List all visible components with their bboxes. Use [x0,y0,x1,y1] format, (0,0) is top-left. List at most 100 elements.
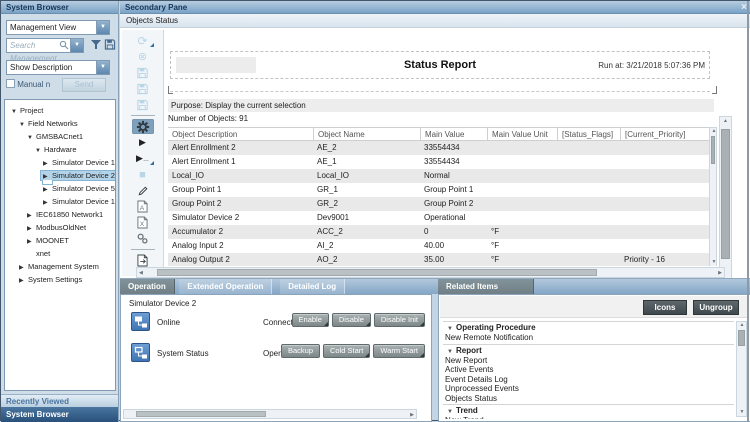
search-icon [59,40,69,55]
scroll-left-icon[interactable]: ◀ [139,271,143,276]
column-header-current-priority[interactable]: [Current_Priority] [620,128,709,140]
chevron-down-icon[interactable]: ▼ [96,61,109,74]
system-browser-bottom-bar[interactable]: System Browser [1,407,118,422]
operation-hscroll-thumb[interactable] [136,411,266,417]
related-scrollbar-thumb[interactable] [738,330,745,346]
run-icon[interactable]: ▶ [132,135,154,150]
scroll-up-icon[interactable]: ▲ [723,119,728,124]
tree-item-iec61850-network1[interactable]: ▶IEC61850 Network1 [5,208,115,221]
enable-button[interactable]: Enable [292,313,329,327]
table-row[interactable]: Analog Output 2AO_235.00°FPriority - 16 [168,253,717,266]
secondary-pane-titlebar[interactable]: Secondary Pane × [120,1,750,14]
scroll-up-icon[interactable]: ▲ [712,129,717,134]
description-mode-dropdown[interactable]: Show Description ▼ [6,60,110,75]
tree-item-hardware[interactable]: ▼Hardware [5,143,115,156]
disable-init-button[interactable]: Disable Init [374,313,425,327]
tab-detailed-log[interactable]: Detailed Log [280,279,345,295]
related-group-operating-procedure[interactable]: ▼Operating Procedure [443,323,734,333]
tree-item-simulator-device-1[interactable]: ▶Simulator Device 1 [5,156,115,169]
selection-handle-left[interactable] [168,86,173,94]
related-item-new-trend[interactable]: New Trend [443,416,734,419]
related-item-new-remote-notification[interactable]: New Remote Notification [443,333,734,343]
table-row[interactable]: Alert Enrollment 2AE_233554434 [168,141,717,155]
tree-item-simulator-device-50[interactable]: ▶Simulator Device 50 [5,182,115,195]
recently-viewed-bar[interactable]: Recently Viewed [1,394,118,407]
table-row[interactable]: Analog Input 2AI_240.00°F [168,239,717,253]
run-options-icon[interactable]: ▶… [132,151,154,166]
tree-item-xnet[interactable]: xnet [5,247,115,260]
report-header-block[interactable]: Status Report Run at: 3/21/2018 5:07:36 … [170,51,710,79]
chevron-down-icon[interactable]: ▼ [70,39,83,52]
secondary-pane: Secondary Pane × Objects Status ⟳⊗▶▶…■AX… [120,1,750,278]
operation-horizontal-scrollbar[interactable]: ▶ [123,409,417,419]
cold-start-button[interactable]: Cold Start [323,344,370,358]
tab-extended-operation[interactable]: Extended Operation [179,279,272,295]
tree-item-moonet[interactable]: ▶MOONET [5,234,115,247]
backup-button[interactable]: Backup [281,344,320,358]
scroll-down-icon[interactable]: ▼ [740,410,745,415]
chevron-down-icon[interactable]: ▼ [96,21,109,34]
tab-objects-status[interactable]: Objects Status [120,14,750,28]
export-excel-icon[interactable]: X [132,215,154,230]
system-browser-titlebar[interactable]: System Browser [1,1,118,14]
warm-start-button[interactable]: Warm Start [373,344,425,358]
settings-gear-icon[interactable] [132,119,154,134]
related-item-active-events[interactable]: Active Events [443,365,734,375]
edit-pencil-icon[interactable] [132,183,154,198]
table-row[interactable]: Accumulator 2ACC_20°F [168,225,717,239]
table-row[interactable]: Alert Enrollment 1AE_133554434 [168,155,717,169]
column-header-main-value-unit[interactable]: Main Value Unit [487,128,557,140]
tree-item-management-system[interactable]: ▶Management System [5,260,115,273]
column-header-object-name[interactable]: Object Name [313,128,420,140]
tree-item-modbusoldnet[interactable]: ▶ModbusOldNet [5,221,115,234]
table-scrollbar-thumb[interactable] [711,136,715,164]
related-group-trend[interactable]: ▼Trend [443,406,734,416]
related-item-event-details-log[interactable]: Event Details Log [443,375,734,385]
related-item-unprocessed-events[interactable]: Unprocessed Events [443,384,734,394]
table-row[interactable]: Group Point 1GR_1Group Point 1 [168,183,717,197]
tab-operation[interactable]: Operation [120,279,175,295]
tree-collapsed-icon[interactable]: ▶ [19,275,28,288]
column-header-main-value[interactable]: Main Value [420,128,487,140]
tree-item-simulator-device-2[interactable]: ▶Simulator Device 2 [5,169,115,182]
disable-button[interactable]: Disable [332,313,371,327]
table-cell: °F [487,253,557,266]
export-pdf-icon[interactable]: A [132,199,154,214]
scroll-right-icon[interactable]: ▶ [410,413,414,418]
view-selector-dropdown[interactable]: Management View ▼ [6,20,110,35]
table-scrollbar[interactable]: ▲ ▼ [709,127,717,266]
related-item-new-report[interactable]: New Report [443,356,734,366]
column-header-status-flags[interactable]: [Status_Flags] [557,128,620,140]
table-cell [620,141,709,155]
save-search-icon[interactable] [104,38,116,56]
search-input[interactable]: Search Management ▼ [6,38,84,53]
report-vscroll-thumb[interactable] [721,129,730,259]
objects-status-tab-label: Objects Status [126,16,178,25]
selection-handle-right[interactable] [712,86,717,94]
scroll-up-icon[interactable]: ▲ [740,323,745,328]
filter-icon[interactable] [90,38,102,56]
tree-item-project[interactable]: ▼Project [5,104,115,117]
column-header-object-description[interactable]: Object Description [168,128,313,140]
tab-related-items[interactable]: Related Items [438,279,534,295]
manual-checkbox[interactable] [6,79,15,88]
scroll-right-icon[interactable]: ▶ [718,271,722,276]
table-cell [487,169,557,183]
table-row[interactable]: Simulator Device 2Dev9001Operational [168,211,717,225]
report-hscroll-thumb[interactable] [157,269,597,276]
related-item-objects-status[interactable]: Objects Status [443,394,734,404]
related-items-scrollbar[interactable]: ▲ ▼ [736,321,747,417]
ungroup-button[interactable]: Ungroup [693,300,739,315]
report-horizontal-scrollbar[interactable]: ◀ ▶ [136,267,725,278]
configure-gears-icon[interactable] [132,231,154,246]
tree-item-field-networks[interactable]: ▼Field Networks [5,117,115,130]
related-group-report[interactable]: ▼Report [443,346,734,356]
icons-button[interactable]: Icons [643,300,687,315]
table-row[interactable]: Local_IOLocal_IONormal [168,169,717,183]
export-file-icon[interactable] [132,253,154,268]
tree-item-system-settings[interactable]: ▶System Settings [5,273,115,286]
send-button[interactable]: Send [62,78,106,92]
tree-item-simulator-device-100[interactable]: ▶Simulator Device 100 [5,195,115,208]
scroll-down-icon[interactable]: ▼ [712,260,717,265]
table-row[interactable]: Group Point 2GR_2Group Point 2 [168,197,717,211]
